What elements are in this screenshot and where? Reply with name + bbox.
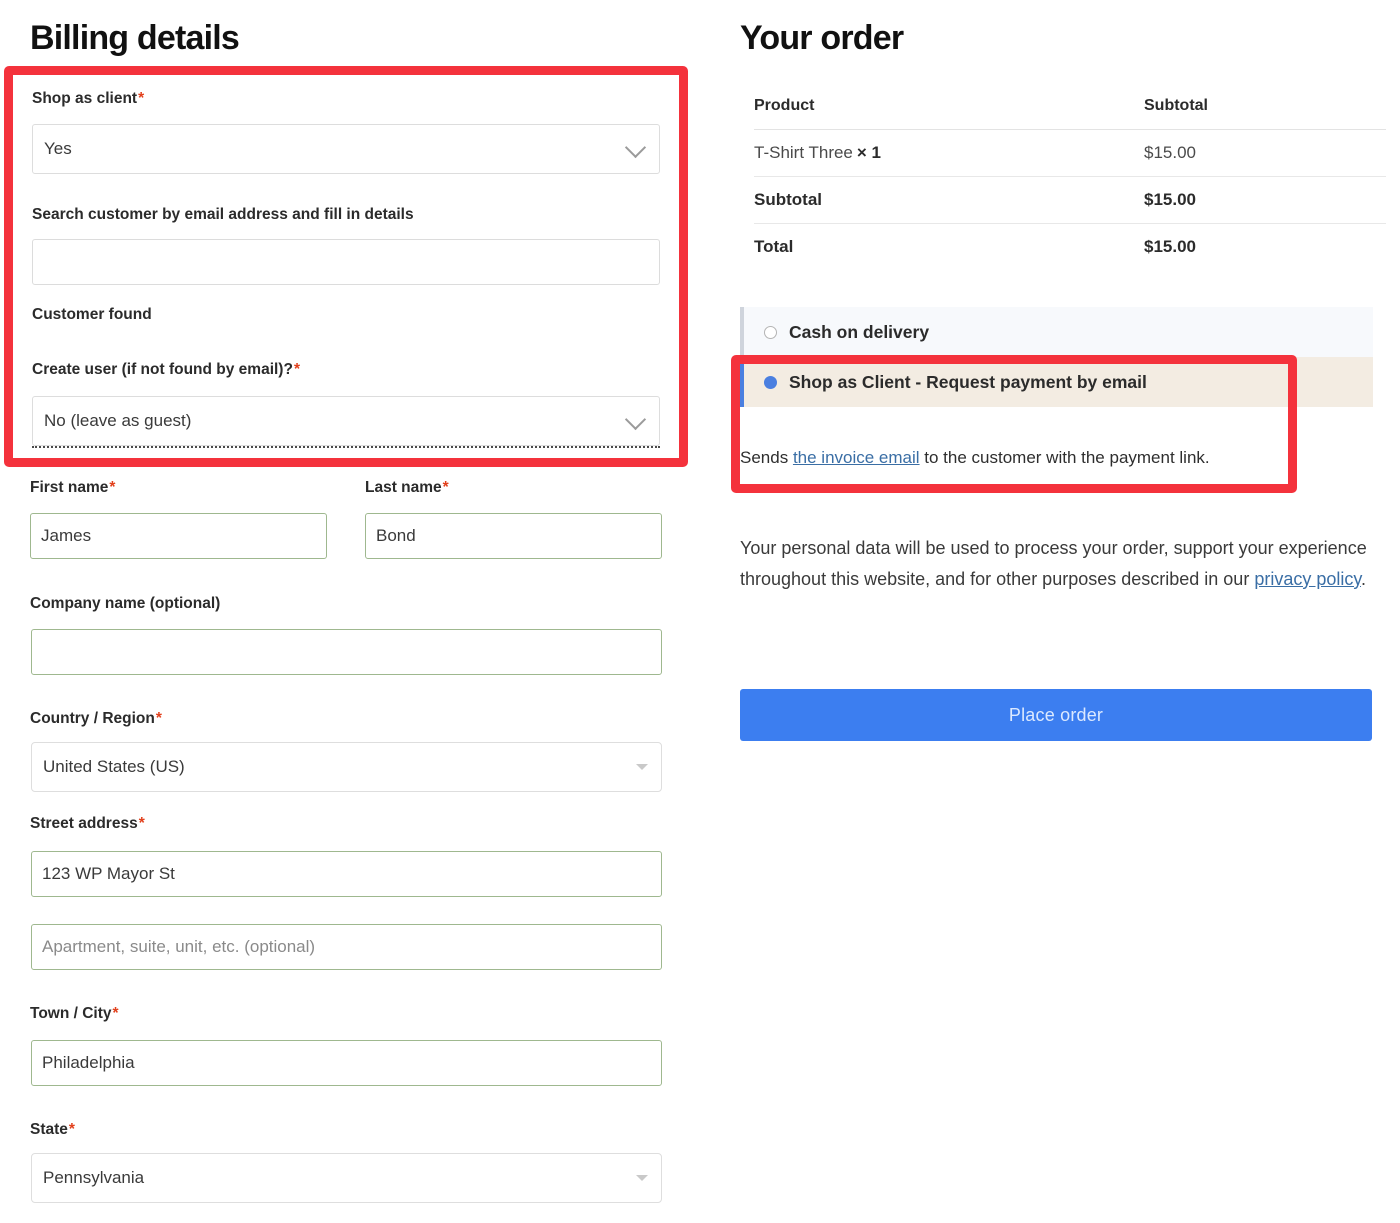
- street-address-line1-wrap: [31, 851, 662, 897]
- shop-as-client-value: Yes: [44, 139, 72, 158]
- field-town-city: Town / City*: [30, 1005, 530, 1024]
- field-company-name: Company name (optional): [30, 595, 530, 614]
- table-header-row: Product Subtotal: [754, 84, 1386, 130]
- order-summary-table: Product Subtotal T-Shirt Three × 1 $15.00…: [754, 84, 1386, 270]
- billing-details-column: Billing details Shop as client* Yes Sear…: [0, 0, 700, 1223]
- country-region-select[interactable]: United States (US): [31, 742, 662, 792]
- street-address-line2-input[interactable]: [31, 924, 662, 970]
- create-user-value: No (leave as guest): [44, 411, 192, 430]
- payment-desc-after: to the customer with the payment link.: [919, 448, 1210, 467]
- header-subtotal: Subtotal: [1144, 84, 1386, 130]
- company-name-input-wrap: [31, 629, 662, 675]
- country-region-value: United States (US): [43, 757, 185, 776]
- create-user-label: Create user (if not found by email)?*: [32, 361, 300, 378]
- payment-methods-list: Cash on delivery Shop as Client - Reques…: [740, 307, 1373, 407]
- town-city-input[interactable]: [31, 1040, 662, 1086]
- payment-method-description: Sends the invoice email to the customer …: [740, 446, 1380, 470]
- required-marker: *: [442, 479, 449, 496]
- required-marker: *: [138, 90, 145, 107]
- search-customer-label: Search customer by email address and fil…: [32, 206, 414, 223]
- field-create-user: Create user (if not found by email)?*: [32, 361, 660, 380]
- caret-down-icon: [636, 1175, 648, 1181]
- line-item-subtotal: $15.00: [1144, 129, 1386, 177]
- town-city-input-wrap: [31, 1040, 662, 1086]
- country-region-label: Country / Region*: [30, 710, 162, 727]
- payment-desc-before: Sends: [740, 448, 793, 467]
- required-marker: *: [155, 710, 162, 727]
- required-marker: *: [138, 815, 145, 832]
- customer-found-label: Customer found: [32, 306, 152, 323]
- field-shop-as-client: Shop as client*: [32, 90, 660, 109]
- payment-method-label: Cash on delivery: [789, 321, 930, 342]
- street-address-line1-input[interactable]: [31, 851, 662, 897]
- line-item-qty: × 1: [856, 143, 881, 162]
- privacy-policy-link[interactable]: privacy policy: [1254, 569, 1361, 589]
- field-first-name: First name*: [30, 479, 330, 498]
- total-label: Total: [754, 237, 794, 256]
- required-marker: *: [112, 1005, 119, 1022]
- required-marker: *: [293, 361, 300, 378]
- first-name-input[interactable]: [30, 513, 327, 559]
- last-name-input[interactable]: [365, 513, 662, 559]
- first-name-input-wrap: [30, 513, 327, 559]
- chevron-down-icon: [624, 136, 647, 159]
- privacy-notice: Your personal data will be used to proce…: [740, 533, 1376, 595]
- required-marker: *: [68, 1121, 75, 1138]
- state-label: State*: [30, 1121, 75, 1138]
- caret-down-icon: [636, 764, 648, 770]
- line-item-product: T-Shirt Three × 1: [754, 129, 1144, 177]
- shop-as-client-select[interactable]: Yes: [32, 124, 660, 174]
- page-title-your-order: Your order: [740, 19, 904, 57]
- field-street-address: Street address*: [30, 815, 530, 834]
- first-name-label: First name*: [30, 479, 116, 496]
- town-city-label: Town / City*: [30, 1005, 119, 1022]
- total-value: $15.00: [1144, 237, 1196, 256]
- invoice-email-link[interactable]: the invoice email: [793, 448, 920, 467]
- required-marker: *: [109, 479, 116, 496]
- search-customer-input[interactable]: [32, 239, 660, 285]
- search-customer-input-wrap: [32, 239, 660, 285]
- field-state: State*: [30, 1121, 530, 1140]
- field-last-name: Last name*: [365, 479, 665, 498]
- street-address-label: Street address*: [30, 815, 145, 832]
- chevron-down-icon: [624, 408, 647, 431]
- header-product: Product: [754, 84, 1144, 130]
- customer-found-status: Customer found: [32, 306, 660, 325]
- table-row: T-Shirt Three × 1 $15.00: [754, 129, 1386, 177]
- company-name-label: Company name (optional): [30, 595, 221, 612]
- subtotal-value: $15.00: [1144, 176, 1386, 224]
- place-order-button[interactable]: Place order: [740, 689, 1372, 741]
- line-item-name: T-Shirt Three: [754, 143, 853, 162]
- field-country-region: Country / Region*: [30, 710, 530, 729]
- privacy-text-after: .: [1361, 568, 1367, 589]
- field-search-customer: Search customer by email address and fil…: [32, 206, 660, 225]
- table-row-total: Total $15.00: [754, 224, 1386, 271]
- payment-method-shop-as-client[interactable]: Shop as Client - Request payment by emai…: [740, 357, 1373, 407]
- state-select[interactable]: Pennsylvania: [31, 1153, 662, 1203]
- page-title-billing-details: Billing details: [30, 19, 240, 57]
- street-address-line2-wrap: [31, 924, 662, 970]
- table-row-subtotal: Subtotal $15.00: [754, 176, 1386, 224]
- radio-unselected-icon[interactable]: [764, 325, 777, 339]
- state-value: Pennsylvania: [43, 1168, 145, 1187]
- divider-dotted: [32, 446, 660, 448]
- payment-method-label: Shop as Client - Request payment by emai…: [789, 371, 1147, 392]
- last-name-input-wrap: [365, 513, 662, 559]
- shop-as-client-label: Shop as client*: [32, 90, 145, 107]
- company-name-input[interactable]: [31, 629, 662, 675]
- last-name-label: Last name*: [365, 479, 449, 496]
- payment-method-cash-on-delivery[interactable]: Cash on delivery: [740, 307, 1373, 357]
- your-order-column: Your order Product Subtotal T-Shirt Thre…: [740, 0, 1400, 1223]
- radio-selected-icon[interactable]: [764, 375, 777, 389]
- create-user-select[interactable]: No (leave as guest): [32, 396, 660, 446]
- subtotal-label: Subtotal: [754, 176, 1144, 224]
